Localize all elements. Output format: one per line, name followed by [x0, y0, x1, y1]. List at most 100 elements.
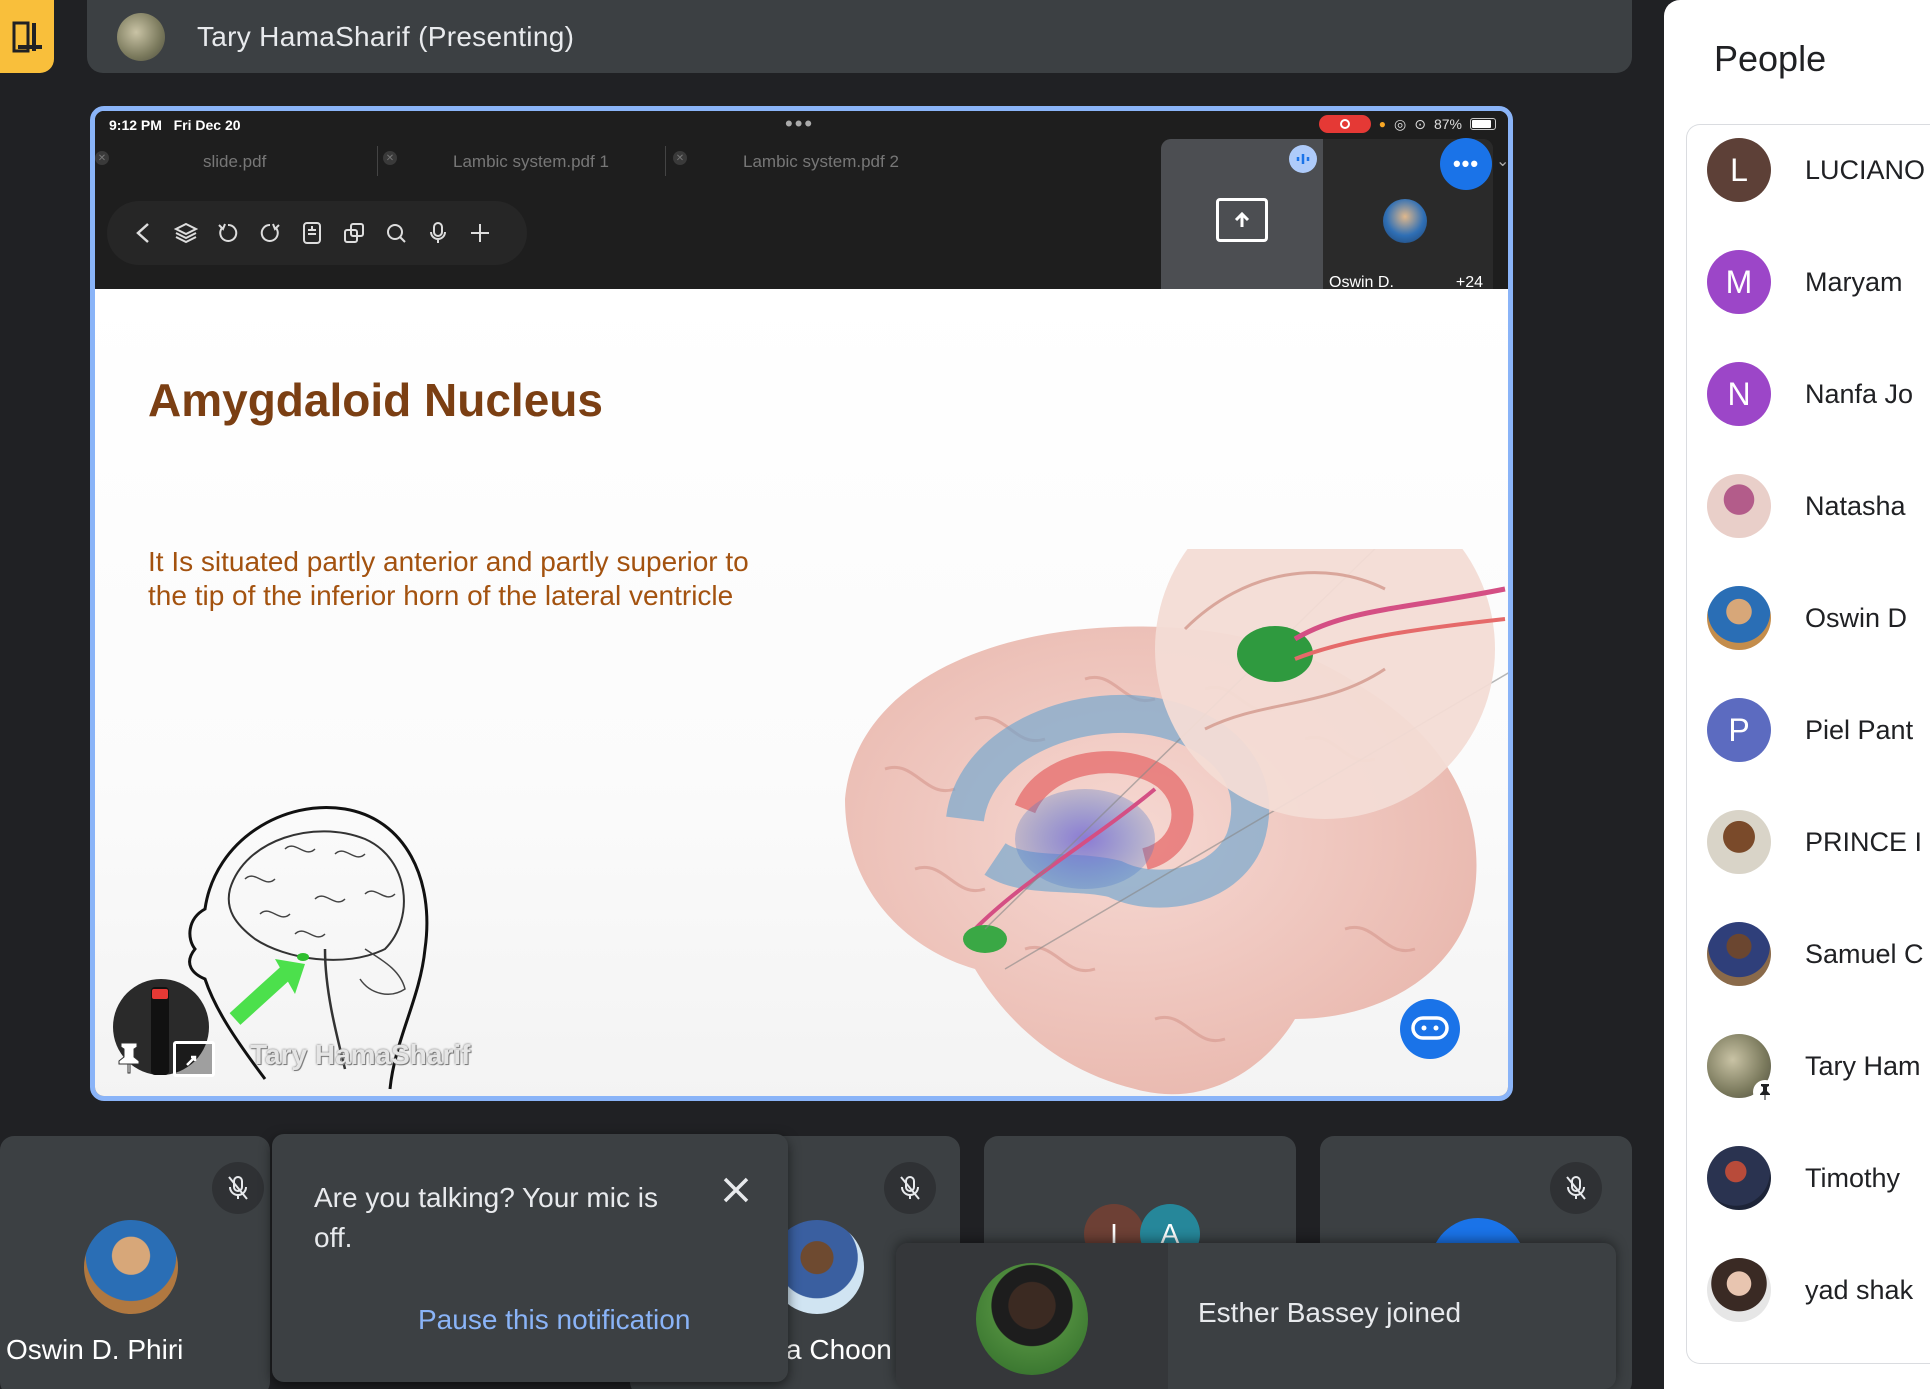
join-avatar-area [896, 1243, 1168, 1389]
person-name: Samuel C [1805, 938, 1924, 969]
person-row[interactable]: Oswin D [1707, 583, 1907, 653]
recording-icon [1318, 115, 1371, 133]
slide-body: It Is situated partly anterior and partl… [148, 546, 749, 611]
search-icon[interactable] [383, 220, 409, 246]
person-row[interactable]: Samuel C [1707, 919, 1924, 989]
pin-icon [1753, 1080, 1777, 1104]
person-row[interactable]: Tary Ham [1707, 1031, 1921, 1104]
back-icon[interactable] [131, 220, 157, 246]
people-panel: People L LUCIANO M Maryam N Nanfa Jo Nat… [1664, 0, 1930, 1389]
presenter-avatar [117, 12, 165, 61]
joined-user-avatar [976, 1263, 1088, 1375]
person-name: LUCIANO [1805, 154, 1926, 185]
participant-tile-oswin[interactable]: Oswin D. Phiri [0, 1136, 270, 1389]
microphone-icon[interactable] [425, 220, 451, 246]
person-name: Maryam [1805, 266, 1903, 297]
pause-notification-button[interactable]: Pause this notification [418, 1304, 690, 1336]
layers-icon[interactable] [173, 220, 199, 246]
presenter-watermark: Tary HamaSharif [250, 1039, 471, 1070]
status-dot-icon: ● [1378, 117, 1387, 131]
door-icon [12, 21, 42, 52]
presentation-frame[interactable]: 9:12 PM Fri Dec 20 ••• ● ◎ ⊙ 87% ✕ slide… [90, 106, 1513, 1101]
copy-icon[interactable] [341, 220, 367, 246]
person-name: Tary Ham [1805, 1050, 1921, 1081]
activities-tab[interactable] [0, 0, 54, 73]
ipad-top-bar: 9:12 PM Fri Dec 20 ••• ● ◎ ⊙ 87% ✕ slide… [95, 111, 1508, 301]
plus-icon[interactable] [467, 220, 493, 246]
close-tab-icon[interactable]: ✕ [673, 151, 687, 165]
target-icon: ⊙ [1414, 115, 1426, 132]
person-name: Piel Pant [1805, 714, 1914, 745]
join-toast: Esther Bassey joined [896, 1243, 1616, 1389]
people-title: People [1714, 38, 1827, 79]
pin-icon[interactable] [111, 1039, 147, 1075]
person-avatar [1707, 586, 1771, 650]
person-avatar: P [1707, 698, 1771, 762]
tab-separator [377, 146, 378, 176]
person-row[interactable]: N Nanfa Jo [1707, 359, 1913, 429]
person-avatar [1707, 1034, 1777, 1104]
presenter-header: Tary HamaSharif (Presenting) [87, 0, 1632, 73]
notification-text: Are you talking? Your mic is off. [314, 1182, 658, 1253]
person-row[interactable]: PRINCE I [1707, 807, 1922, 877]
screen-share-icon [1216, 198, 1268, 242]
person-name: PRINCE I [1805, 826, 1923, 857]
person-avatar [1707, 1258, 1771, 1322]
undo-icon[interactable] [215, 220, 241, 246]
meet-window: Tary HamaSharif (Presenting) 9:12 PM Fri… [0, 0, 1930, 1389]
person-avatar: M [1707, 250, 1771, 314]
person-avatar [1707, 810, 1771, 874]
battery-percent: 87% [1433, 116, 1462, 132]
person-name: Oswin D [1805, 602, 1908, 633]
presenter-title: Tary HamaSharif (Presenting) [197, 20, 575, 52]
participant-name: a Choon [786, 1334, 892, 1365]
close-icon[interactable] [716, 1170, 756, 1210]
person-row[interactable]: M Maryam [1707, 247, 1903, 317]
person-name: yad shak [1805, 1274, 1914, 1305]
person-row[interactable]: yad shak [1707, 1255, 1913, 1325]
person-row[interactable]: P Piel Pant [1707, 695, 1913, 765]
pdf-tab-lambic-2[interactable]: Lambic system.pdf 2 [743, 147, 899, 177]
pdf-tab-slide[interactable]: slide.pdf [203, 147, 266, 177]
present-icon[interactable] [173, 1041, 215, 1077]
redo-icon[interactable] [257, 220, 283, 246]
person-name: Nanfa Jo [1805, 378, 1914, 409]
eye-icon: ◎ [1394, 115, 1407, 132]
more-options-icon[interactable]: ••• [1440, 138, 1492, 190]
person-avatar: L [1707, 138, 1771, 202]
person-row[interactable]: L LUCIANO [1707, 135, 1925, 205]
ipad-more-dots-icon: ••• [785, 111, 815, 136]
document-icon[interactable] [299, 220, 325, 246]
participant-avatar [84, 1220, 178, 1314]
slide-canvas: Amygdaloid Nucleus It Is situated partly… [95, 289, 1508, 1101]
chat-bot-icon[interactable] [1400, 999, 1460, 1059]
person-avatar: N [1707, 362, 1771, 426]
tab-separator [665, 146, 666, 176]
pdf-tab-lambic-1[interactable]: Lambic system.pdf 1 [453, 147, 609, 177]
participant-name: Oswin D. Phiri [6, 1334, 184, 1365]
pencil-tip [152, 989, 168, 999]
person-name: Timothy [1805, 1162, 1901, 1193]
chevron-down-icon[interactable]: ⌄ [1496, 151, 1508, 171]
ipad-status-right: ● ◎ ⊙ 87% [1318, 115, 1496, 133]
person-row[interactable]: Timothy [1707, 1143, 1900, 1213]
battery-icon [1470, 118, 1496, 130]
person-name: Natasha [1805, 490, 1906, 521]
person-avatar [1707, 1146, 1771, 1210]
apple-pencil-icon [151, 987, 169, 1075]
close-tab-icon[interactable]: ✕ [95, 151, 109, 165]
ipad-status-time: 9:12 PM Fri Dec 20 [109, 117, 241, 133]
ipad-date: Fri Dec 20 [173, 117, 241, 133]
person-avatar [1707, 474, 1771, 538]
join-text: Esther Bassey joined [1198, 1297, 1462, 1328]
person-row[interactable]: Natasha [1707, 471, 1906, 541]
close-tab-icon[interactable]: ✕ [383, 151, 397, 165]
mic-off-icon [212, 1162, 264, 1214]
slide-scrollbar[interactable] [617, 1097, 1001, 1101]
mic-off-icon [1550, 1162, 1602, 1214]
person-avatar [1707, 922, 1771, 986]
mic-off-notification: Are you talking? Your mic is off. Pause … [272, 1134, 788, 1382]
people-list[interactable]: L LUCIANO M Maryam N Nanfa Jo Natasha Os… [1686, 124, 1930, 1364]
mini-avatar [1383, 199, 1427, 243]
audio-level-icon [1289, 145, 1317, 173]
